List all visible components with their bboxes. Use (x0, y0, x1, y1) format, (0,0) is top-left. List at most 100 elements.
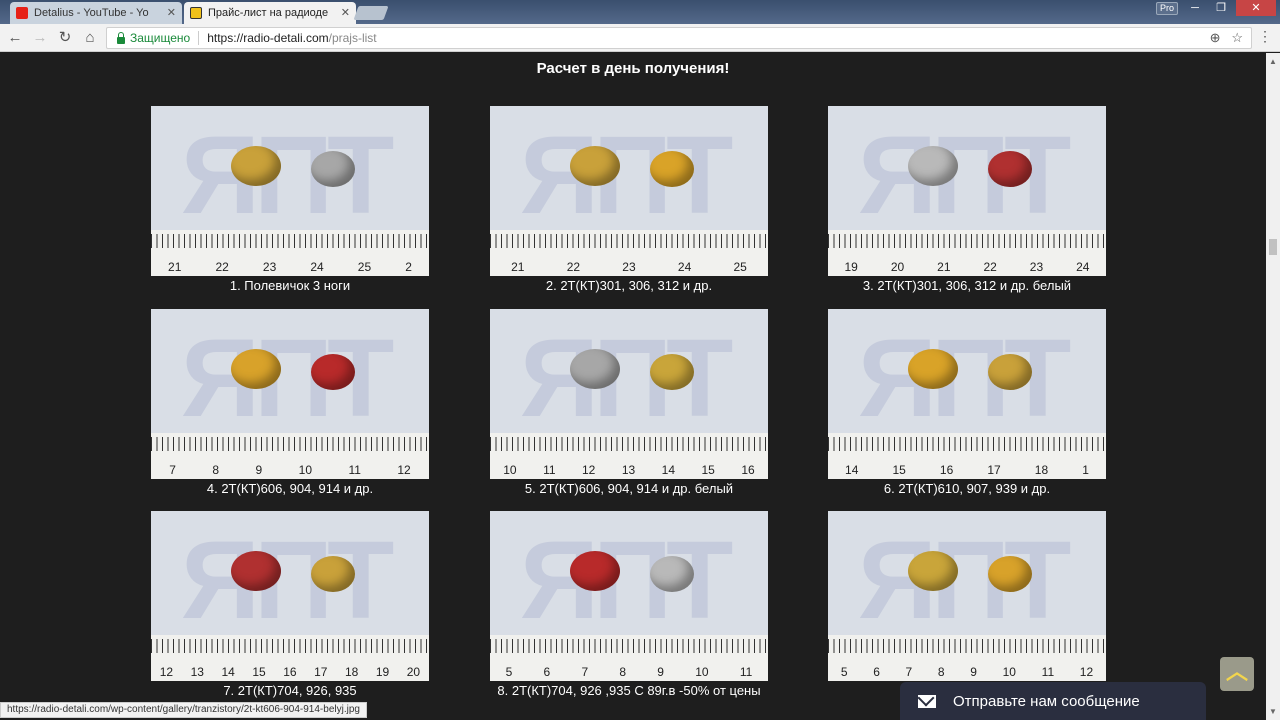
product-photo[interactable]: ЯПТ 19 20 21 22 23 24 (828, 106, 1106, 276)
ruler: 19 20 21 22 23 24 (828, 230, 1106, 276)
watermark-logo: ЯПТ (181, 114, 394, 237)
ruler-mark: 18 (1034, 463, 1049, 477)
tab-price-list[interactable]: Прайс-лист на радиоде ✕ (184, 2, 356, 24)
item-caption[interactable]: 2. 2Т(КТ)301, 306, 312 и др. (490, 278, 768, 294)
gallery-item[interactable]: ЯПТ 10 11 12 13 14 15 16 5. 2Т(КТ)606, 904, 914 … (490, 309, 768, 497)
gallery-item[interactable]: ЯПТ 19 20 21 22 23 24 3. 2Т(КТ)301, 306, 312 и … (828, 106, 1106, 294)
watermark-logo: ЯПТ (520, 317, 733, 440)
product-photo[interactable]: ЯПТ 5 6 7 8 9 10 11 (490, 511, 768, 681)
product-photo[interactable]: ЯПТ 10 11 12 13 14 15 16 (490, 309, 768, 479)
address-bar[interactable]: Защищено https://radio-detali.com/prajs-… (106, 27, 1252, 49)
maximize-icon[interactable]: ❐ (1208, 0, 1234, 16)
scroll-down-icon[interactable]: ▼ (1269, 707, 1277, 716)
ruler-mark: 10 (1002, 665, 1016, 679)
ruler-mark: 19 (375, 665, 390, 679)
ruler-mark: 7 (905, 665, 913, 679)
url-path: /prajs-list (328, 31, 377, 45)
home-icon[interactable]: ⌂ (80, 28, 100, 48)
tab-strip: Detalius - YouTube - Yo ✕ Прайс-лист на … (0, 0, 1280, 24)
ruler: 7 8 9 10 11 12 (151, 433, 429, 479)
ruler-mark: 8 (937, 665, 945, 679)
ruler-mark: 9 (970, 665, 977, 679)
close-icon[interactable]: ✕ (167, 6, 176, 19)
ruler-mark: 13 (621, 463, 636, 477)
ruler-mark: 18 (345, 665, 359, 679)
transistor-image (988, 151, 1032, 187)
ruler: 10 11 12 13 14 15 16 (490, 433, 768, 479)
tab-youtube[interactable]: Detalius - YouTube - Yo ✕ (10, 2, 182, 24)
ruler-mark: 16 (741, 463, 755, 477)
new-tab-button[interactable] (353, 6, 389, 20)
scrollbar[interactable]: ▲ ▼ (1266, 53, 1280, 720)
item-caption[interactable]: 8. 2Т(КТ)704, 926 ,935 С 89г.в -50% от ц… (490, 683, 768, 699)
watermark-logo: ЯПТ (181, 519, 394, 642)
product-photo[interactable]: ЯПТ 5 6 7 8 9 10 11 12 (828, 511, 1106, 681)
ruler-mark: 11 (739, 665, 753, 679)
transistor-image (231, 146, 281, 186)
gallery-item[interactable]: ЯПТ 21 22 23 24 25 2. 2Т(КТ)301, 306, 312 и др… (490, 106, 768, 294)
ruler-mark: 8 (619, 665, 627, 679)
ruler-mark: 17 (987, 463, 1001, 477)
ruler-mark: 6 (543, 665, 551, 679)
scroll-up-icon[interactable]: ▲ (1269, 57, 1277, 66)
ruler-mark: 10 (695, 665, 709, 679)
ruler-mark: 12 (582, 463, 596, 477)
gallery-item[interactable]: ЯПТ 12 13 14 15 16 17 18 19 20 7. 2Т(КТ)704, 926, … (151, 511, 429, 699)
watermark-logo: ЯПТ (858, 114, 1071, 237)
ruler-mark: 22 (566, 260, 581, 274)
toolbar: ← → ↻ ⌂ Защищено https://radio-detali.co… (0, 24, 1280, 52)
watermark-logo: ЯПТ (181, 317, 394, 440)
gallery-item[interactable]: ЯПТ 21 22 23 24 25 2 1. Полевичок 3 ноги (151, 106, 429, 294)
transistor-image (570, 349, 620, 389)
gallery-item[interactable]: ЯПТ 5 6 7 8 9 10 11 8. 2Т(КТ)704, 926 ,935 С 89г… (490, 511, 768, 699)
reload-icon[interactable]: ↻ (55, 28, 75, 48)
close-icon[interactable]: ✕ (341, 6, 350, 19)
ruler-mark: 11 (543, 463, 556, 477)
product-photo[interactable]: ЯПТ 14 15 16 17 18 1 (828, 309, 1106, 479)
product-photo[interactable]: ЯПТ 7 8 9 10 11 12 (151, 309, 429, 479)
ruler-mark: 23 (622, 260, 636, 274)
item-caption[interactable]: 7. 2Т(КТ)704, 926, 935 (151, 683, 429, 699)
url-host: https://radio-detali.com (207, 31, 329, 45)
gallery-item[interactable]: ЯПТ 7 8 9 10 11 12 4. 2Т(КТ)606, 904, 914 и др. (151, 309, 429, 497)
item-caption[interactable]: 5. 2Т(КТ)606, 904, 914 и др. белый (490, 481, 768, 497)
gallery-item[interactable]: ЯПТ 14 15 16 17 18 1 6. 2Т(КТ)610, 907, 939 и д… (828, 309, 1106, 497)
item-caption[interactable]: 3. 2Т(КТ)301, 306, 312 и др. белый (828, 278, 1106, 294)
item-caption[interactable]: 1. Полевичок 3 ноги (151, 278, 429, 294)
transistor-image (231, 551, 281, 591)
ruler-mark: 14 (661, 463, 676, 477)
ruler-mark: 22 (215, 260, 229, 274)
profile-badge[interactable]: Pro (1156, 2, 1179, 15)
transistor-image (311, 354, 355, 390)
ruler-mark: 13 (190, 665, 204, 679)
product-photo[interactable]: ЯПТ 21 22 23 24 25 2 (151, 106, 429, 276)
gallery-item[interactable]: ЯПТ567891011129. 2Т (828, 511, 1106, 699)
ruler-mark: 15 (701, 463, 715, 477)
scroll-to-top-button[interactable]: ︿ (1220, 657, 1254, 691)
product-photo[interactable]: ЯПТ 21 22 23 24 25 (490, 106, 768, 276)
scrollbar-thumb[interactable] (1269, 239, 1277, 255)
ruler-mark: 11 (348, 463, 361, 477)
product-photo[interactable]: ЯПТ 12 13 14 15 16 17 18 19 20 (151, 511, 429, 681)
transistor-image (570, 146, 620, 186)
watermark-logo: ЯПТ (858, 519, 1071, 642)
watermark-logo: ЯПТ (520, 519, 733, 642)
envelope-icon (918, 694, 936, 708)
ruler-mark: 17 (314, 665, 328, 679)
chevron-up-icon: ︿ (1225, 659, 1248, 684)
divider (198, 31, 200, 45)
zoom-icon[interactable]: ⊕ (1210, 30, 1221, 45)
ruler-mark: 10 (503, 463, 517, 477)
item-caption[interactable]: 6. 2Т(КТ)610, 907, 939 и др. (828, 481, 1106, 497)
chat-widget[interactable]: Отправьте нам сообщение (900, 682, 1206, 720)
back-arrow-icon[interactable]: ← (5, 28, 25, 48)
menu-dots-icon[interactable]: ⋮ (1258, 28, 1272, 45)
bookmark-star-icon[interactable]: ☆ (1231, 30, 1243, 45)
item-caption[interactable]: 4. 2Т(КТ)606, 904, 914 и др. (151, 481, 429, 497)
ruler-mark: 21 (937, 260, 951, 274)
forward-arrow-icon[interactable]: → (30, 28, 50, 48)
ruler-mark: 14 (845, 463, 859, 477)
window-close-icon[interactable]: ✕ (1236, 0, 1276, 16)
minimize-icon[interactable]: ─ (1182, 0, 1208, 16)
secure-label: Защищено (130, 31, 191, 45)
